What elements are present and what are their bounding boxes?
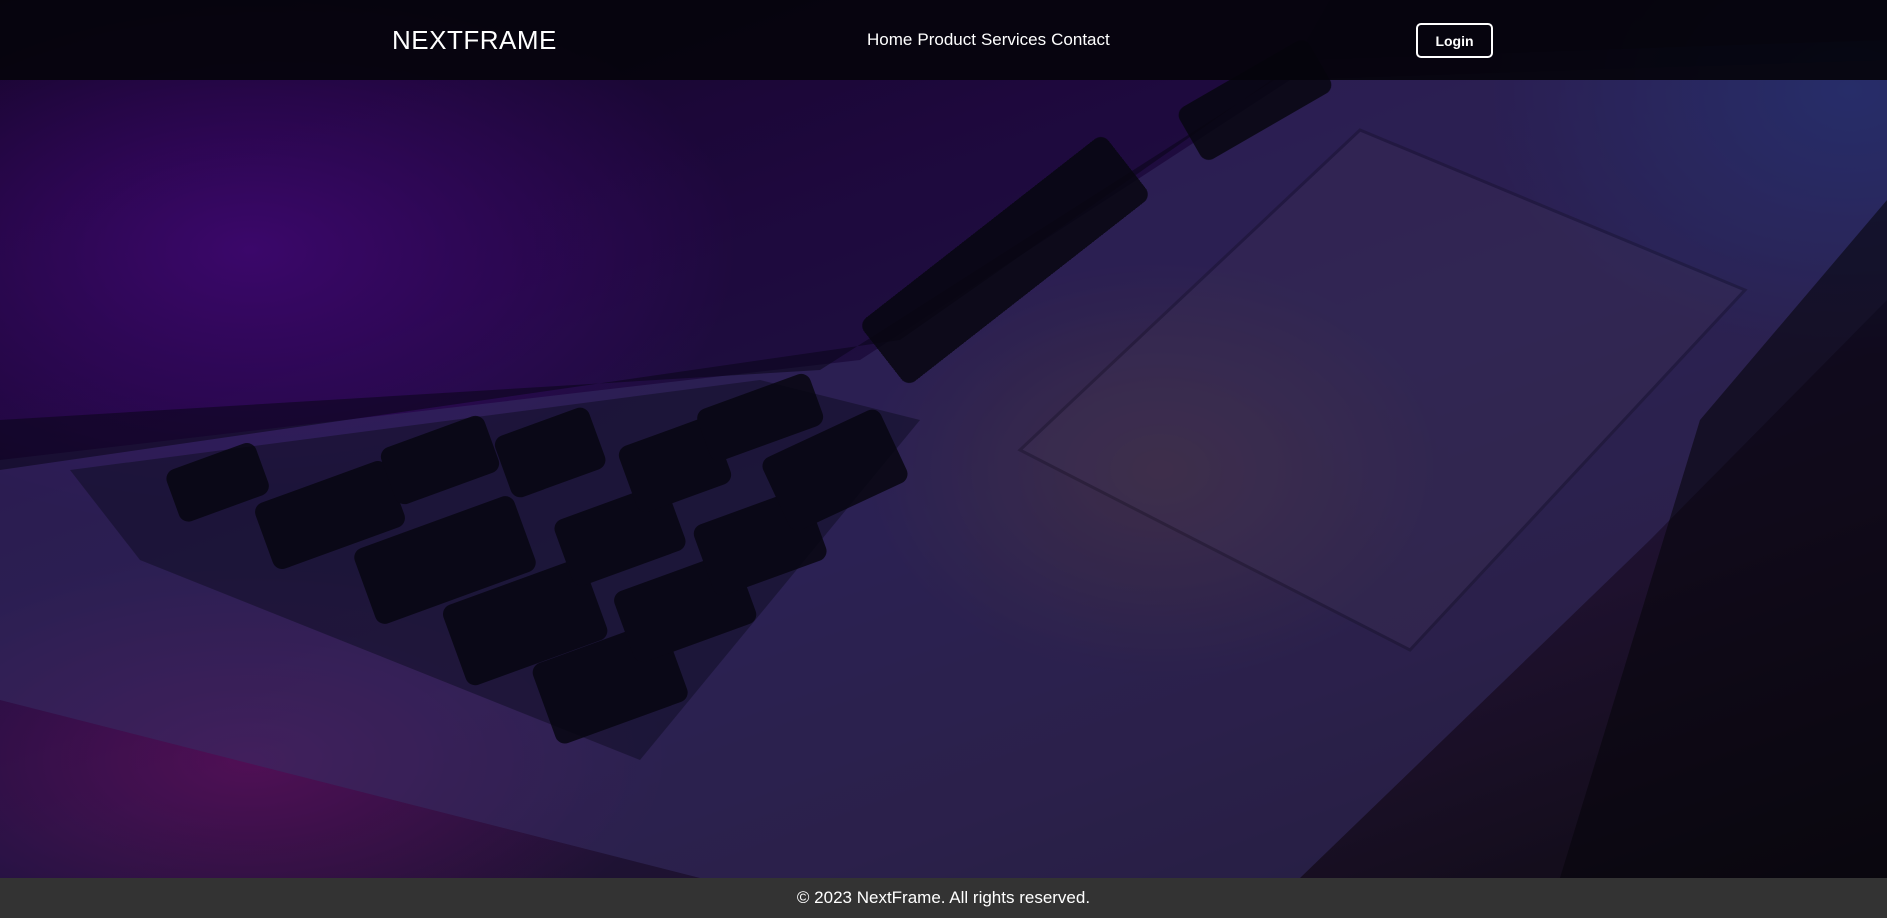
- logo[interactable]: NEXTFRAME: [392, 25, 557, 56]
- site-header: NEXTFRAME Home Product Services Contact …: [0, 0, 1887, 80]
- nav-link-product[interactable]: Product: [917, 30, 976, 50]
- hero-dark-overlay: [0, 0, 1887, 878]
- login-button[interactable]: Login: [1416, 23, 1493, 58]
- nav-link-contact[interactable]: Contact: [1051, 30, 1110, 50]
- nav-link-home[interactable]: Home: [867, 30, 912, 50]
- site-footer: © 2023 NextFrame. All rights reserved.: [0, 878, 1887, 918]
- main-nav: Home Product Services Contact: [867, 30, 1110, 50]
- nav-link-services[interactable]: Services: [981, 30, 1046, 50]
- page: NEXTFRAME Home Product Services Contact …: [0, 0, 1887, 918]
- hero-background-image: [0, 0, 1887, 878]
- copyright-text: © 2023 NextFrame. All rights reserved.: [796, 888, 1091, 907]
